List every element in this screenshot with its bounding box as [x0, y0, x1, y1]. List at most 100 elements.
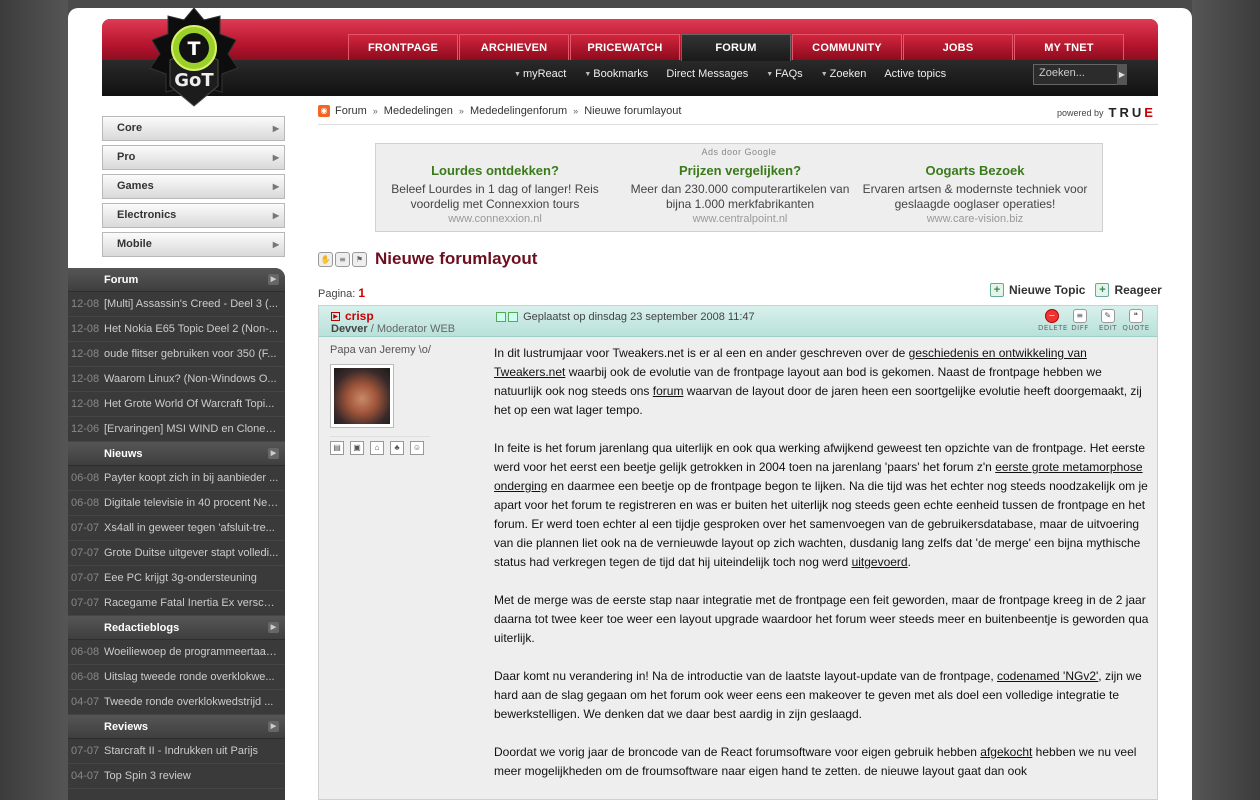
item-date: 07-07	[71, 745, 100, 757]
tab-my-tnet[interactable]: MY TNET	[1014, 34, 1124, 60]
list-item[interactable]: 06-08 Uitslag tweede ronde overklokwe...	[68, 665, 285, 690]
user-menu-icon[interactable]: ▶	[331, 311, 340, 321]
breadcrumb-mededelingenforum[interactable]: Mededelingenforum	[470, 105, 567, 117]
subnav-zoeken[interactable]: ▼ Zoeken	[812, 68, 876, 80]
sidebar-header-reviews[interactable]: Reviews ▶	[68, 715, 285, 739]
tab-pricewatch[interactable]: PRICEWATCH	[570, 34, 680, 60]
sidebar-header-nieuws[interactable]: Nieuws ▶	[68, 442, 285, 466]
ad-title[interactable]: Oogarts Bezoek	[856, 163, 1094, 178]
item-title: Xs4all in geweer tegen 'afsluit-tre...	[104, 522, 275, 534]
subnav-myreact[interactable]: ▼ myReact	[505, 68, 575, 80]
list-item[interactable]: 12-08 Waarom Linux? (Non-Windows O...	[68, 367, 285, 392]
avatar[interactable]	[330, 364, 394, 428]
list-item[interactable]: 07-07 Eee PC krijgt 3g-ondersteuning	[68, 566, 285, 591]
ad-title[interactable]: Prijzen vergelijken?	[621, 163, 859, 178]
tab-community[interactable]: COMMUNITY	[792, 34, 902, 60]
username[interactable]: crisp	[345, 309, 374, 323]
ad-item[interactable]: Oogarts Bezoek Ervaren artsen & modernst…	[856, 163, 1094, 225]
subnav-direct-messages[interactable]: Direct Messages	[657, 68, 757, 80]
item-title: [Ervaringen] MSI WIND en Clones ...	[104, 423, 279, 435]
new-topic-button[interactable]: + Nieuwe Topic	[990, 283, 1085, 297]
post-link[interactable]: forum	[653, 384, 684, 398]
subnav-active-topics[interactable]: Active topics	[875, 68, 955, 80]
forum-post: ▶ crisp Devver / Moderator WEB Geplaatst …	[318, 305, 1158, 800]
category-electronics-label: Electronics	[117, 209, 177, 221]
post-link-icon[interactable]	[496, 312, 506, 322]
home-icon[interactable]: ⌂	[370, 441, 384, 455]
list-item[interactable]: 04-07 Top Spin 3 review	[68, 764, 285, 789]
quote-button[interactable]: ❝ QUOTE	[1122, 309, 1150, 332]
item-title: Het Grote World Of Warcraft Topi...	[104, 398, 275, 410]
profile-card-icon[interactable]: ▤	[330, 441, 344, 455]
clover-icon[interactable]: ♣	[390, 441, 404, 455]
ad-item[interactable]: Prijzen vergelijken? Meer dan 230.000 co…	[621, 163, 859, 225]
category-mobile[interactable]: Mobile ▶	[102, 232, 285, 257]
got-logo[interactable]: T GoT	[148, 8, 240, 112]
list-item[interactable]: 06-08 Payter koopt zich in bij aanbieder …	[68, 466, 285, 491]
list-item[interactable]: 07-07 Grote Duitse uitgever stapt volledi…	[68, 541, 285, 566]
picture-icon[interactable]: ▣	[350, 441, 364, 455]
list-item[interactable]: 12-06 [Ervaringen] MSI WIND en Clones ...	[68, 417, 285, 442]
subnav-bookmarks[interactable]: ▼ Bookmarks	[575, 68, 657, 80]
item-date: 07-07	[71, 572, 100, 584]
diff-button[interactable]: ≡ DIFF	[1066, 309, 1094, 332]
list-item[interactable]: 12-08 [Multi] Assassin's Creed - Deel 3 (…	[68, 292, 285, 317]
category-pro[interactable]: Pro ▶	[102, 145, 285, 170]
list-item[interactable]: 06-08 Woeiliewoep de programmeertaal ...	[68, 640, 285, 665]
tab-jobs[interactable]: JOBS	[903, 34, 1013, 60]
dropdown-arrow-icon: ▼	[820, 70, 828, 78]
rss-icon[interactable]: ◉	[318, 105, 330, 117]
hand-icon: ✋	[318, 251, 333, 267]
item-date: 06-08	[71, 671, 100, 683]
user-rank: Devver / Moderator WEB	[331, 323, 455, 335]
post-author[interactable]: ▶ crisp	[331, 309, 374, 323]
edit-button[interactable]: ✎ EDIT	[1094, 309, 1122, 332]
sidebar-header-redactieblogs[interactable]: Redactieblogs ▶	[68, 616, 285, 640]
search-input[interactable]: Zoeken...	[1033, 64, 1126, 85]
subnav-faqs[interactable]: ▼ FAQs	[757, 68, 811, 80]
list-item[interactable]: 07-07 Xs4all in geweer tegen 'afsluit-tre…	[68, 516, 285, 541]
reply-button[interactable]: + Reageer	[1095, 283, 1162, 297]
current-page[interactable]: 1	[358, 286, 365, 300]
category-games[interactable]: Games ▶	[102, 174, 285, 199]
ad-url[interactable]: www.centralpoint.nl	[621, 213, 859, 225]
post-link[interactable]: uitgevoerd	[852, 555, 908, 569]
sidebar-header-forum[interactable]: Forum ▶	[68, 268, 285, 292]
list-item[interactable]: 12-08 Het Nokia E65 Topic Deel 2 (Non-...	[68, 317, 285, 342]
users-icon[interactable]: ☺	[410, 441, 424, 455]
post-date: Geplaatst op dinsdag 23 september 2008 1…	[496, 311, 755, 323]
expand-icon[interactable]: ▶	[268, 274, 279, 285]
breadcrumb-mededelingen[interactable]: Mededelingen	[384, 105, 453, 117]
ad-url[interactable]: www.connexxion.nl	[376, 213, 614, 225]
post-body: In dit lustrumjaar voor Tweakers.net is …	[494, 344, 1149, 800]
item-title: Grote Duitse uitgever stapt volledi...	[104, 547, 279, 559]
search-submit-icon[interactable]: ▶	[1117, 64, 1127, 85]
expand-icon[interactable]: ▶	[268, 448, 279, 459]
delete-button[interactable]: − DELETE	[1038, 309, 1068, 332]
item-title: Top Spin 3 review	[104, 770, 191, 782]
delete-label: DELETE	[1038, 324, 1068, 332]
ad-item[interactable]: Lourdes ontdekken? Beleef Lourdes in 1 d…	[376, 163, 614, 225]
user-subtitle: Papa van Jeremy \o/	[330, 344, 431, 356]
category-core[interactable]: Core ▶	[102, 116, 285, 141]
ad-url[interactable]: www.care-vision.biz	[856, 213, 1094, 225]
ad-title[interactable]: Lourdes ontdekken?	[376, 163, 614, 178]
powered-by[interactable]: powered by TRUE	[1057, 105, 1156, 120]
ad-body: Meer dan 230.000 computerartikelen van b…	[630, 182, 850, 211]
post-link[interactable]: afgekocht	[980, 745, 1032, 759]
list-item[interactable]: 07-07 Starcraft II - Indrukken uit Parijs	[68, 739, 285, 764]
list-item[interactable]: 12-08 oude flitser gebruiken voor 350 (F.…	[68, 342, 285, 367]
tab-archieven[interactable]: ARCHIEVEN	[459, 34, 569, 60]
list-item[interactable]: 12-08 Het Grote World Of Warcraft Topi...	[68, 392, 285, 417]
list-item[interactable]: 07-07 Racegame Fatal Inertia Ex verschi..…	[68, 591, 285, 616]
avatar-image	[334, 368, 390, 424]
expand-icon[interactable]: ▶	[268, 622, 279, 633]
tab-forum[interactable]: FORUM	[681, 34, 791, 61]
expand-icon[interactable]: ▶	[268, 721, 279, 732]
tab-frontpage[interactable]: FRONTPAGE	[348, 34, 458, 60]
post-link[interactable]: codenamed 'NGv2'	[997, 669, 1098, 683]
list-item[interactable]: 06-08 Digitale televisie in 40 procent Ne…	[68, 491, 285, 516]
list-item[interactable]: 04-07 Tweede ronde overklokwedstrijd ...	[68, 690, 285, 715]
breadcrumb-forum[interactable]: Forum	[335, 105, 367, 117]
category-electronics[interactable]: Electronics ▶	[102, 203, 285, 228]
